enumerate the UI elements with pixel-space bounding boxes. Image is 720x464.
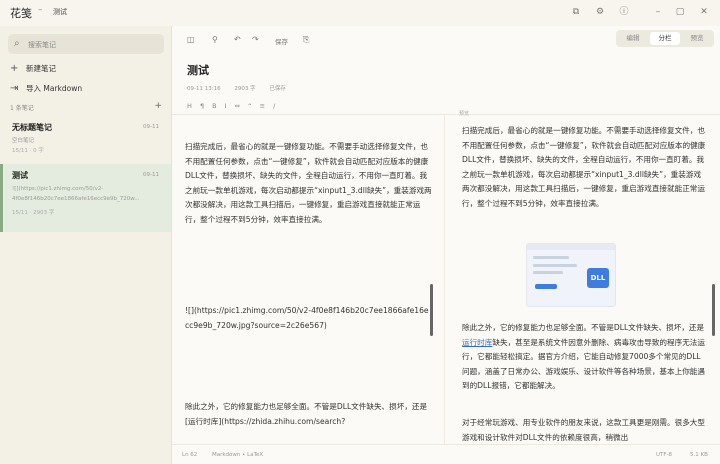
cursor-position: Ln 62 [182, 452, 198, 458]
copy-icon[interactable]: ⎘ [303, 35, 309, 45]
note-preview-line-1: ![](https://pic1.zhimg.com/50/v2- [12, 186, 104, 192]
note-date: 09-11 [143, 124, 159, 130]
close-icon[interactable]: ✕ [698, 6, 710, 18]
note-preview: 空白笔记 [12, 138, 35, 144]
preview-paragraph: 除此之外，它的修复能力也足够全面。不管是DLL文件缺失、损坏，还是运行时库缺失，… [462, 323, 705, 390]
save-status: 已保存 [269, 86, 286, 92]
preview-paragraph: 扫描完成后，最省心的就是一键修复功能。不需要手动选择修复文件，也不用配置任何参数… [462, 126, 706, 208]
note-preview-line-2: 4f0e8f146b20c7ee1866afe16ecc9e9b_720w... [12, 196, 140, 202]
header-divider [172, 114, 720, 115]
mode-edit-button[interactable]: 编辑 [618, 32, 648, 45]
editor-area: ◫ ⚲ ↶ ↷ 保存 ⎘ 编辑 分栏 预览 测试 09-11 13:16 290… [172, 26, 720, 464]
minimize-icon[interactable]: – [652, 6, 664, 18]
new-note-label: 新建笔记 [26, 63, 56, 73]
note-title: 无标题笔记 [12, 123, 52, 132]
add-note-icon[interactable]: + [154, 101, 162, 111]
plus-icon: + [10, 62, 19, 74]
import-icon: ⇥ [10, 82, 19, 94]
source-paragraph[interactable]: 除此之外，它的修复能力也足够全面。不管是DLL文件缺失、损坏，还是[运行时库](… [185, 400, 432, 429]
note-title: 测试 [12, 171, 28, 180]
file-size: 5.1 KB [690, 452, 708, 458]
mode-split-button[interactable]: 分栏 [650, 32, 680, 45]
runtime-library-link[interactable]: 运行时库 [462, 338, 492, 347]
note-item-active[interactable]: 测试 09-11 ![](https://pic1.zhimg.com/50/v… [0, 164, 171, 232]
source-paragraph[interactable]: 扫描完成后，最省心的就是一键修复功能。不需要手动选择修复文件，也不用配置任何参数… [185, 140, 432, 227]
toggle-sidebar-icon[interactable]: ◫ [187, 35, 195, 44]
preview-scrollbar[interactable] [712, 284, 715, 336]
title-bar: 花笺 – 测试 ⧉ ⚙ ⓘ – ▢ ✕ [0, 0, 720, 26]
info-icon[interactable]: ⓘ [618, 6, 630, 18]
source-image-markdown[interactable]: ![](https://pic1.zhimg.com/50/v2-4f0e8f1… [185, 304, 432, 333]
redo-icon[interactable]: ↷ [252, 35, 259, 44]
view-mode-switch: 编辑 分栏 预览 [616, 30, 714, 47]
import-markdown-button[interactable]: ⇥ 导入 Markdown [10, 81, 82, 95]
status-bar: Ln 62 Markdown • LaTeX UTF-8 5.1 KB [172, 444, 720, 464]
source-scrollbar[interactable] [430, 284, 433, 336]
pin-icon[interactable]: ⚲ [212, 35, 218, 44]
search-icon: ⌕ [14, 38, 20, 49]
notes-count: 1 条笔记 [10, 105, 34, 112]
undo-icon[interactable]: ↶ [234, 35, 241, 44]
sync-icon[interactable]: ⧉ [570, 6, 582, 18]
maximize-icon[interactable]: ▢ [674, 6, 686, 18]
notes-section-header: 1 条笔记 + [10, 101, 162, 112]
editor-mode: Markdown • LaTeX [212, 452, 264, 458]
note-meta: 15/11 · 0 字 [12, 148, 44, 154]
preview-image: DLL [526, 243, 616, 307]
note-meta: 15/11 · 2903 字 [12, 210, 55, 216]
document-title[interactable]: 测试 [187, 62, 209, 78]
dll-logo: DLL [587, 268, 609, 288]
encoding: UTF-8 [656, 452, 673, 458]
save-button[interactable]: 保存 [275, 36, 288, 46]
document-date: 09-11 13:16 [187, 86, 221, 92]
preview-paragraph: 对于经常玩游戏、用专业软件的朋友来说，这款工具更是刚需。很多大型游戏和设计软件对… [462, 418, 705, 442]
document-word-count: 2903 字 [234, 86, 256, 92]
new-note-button[interactable]: + 新建笔记 [10, 61, 56, 75]
note-date: 09-11 [143, 172, 159, 178]
search-input[interactable]: ⌕ 搜索笔记 [8, 34, 164, 54]
pane-divider[interactable] [444, 114, 445, 444]
settings-icon[interactable]: ⚙ [594, 6, 606, 18]
preview-label: 预览 [459, 111, 470, 117]
search-placeholder: 搜索笔记 [28, 41, 56, 49]
window-document-title: 测试 [53, 8, 67, 16]
app-name: 花笺 [10, 7, 32, 20]
title-separator: – [38, 5, 43, 15]
format-toolbar[interactable]: H ¶ B I ⇔ “ ≡ / [187, 102, 278, 110]
sidebar: ⌕ 搜索笔记 + 新建笔记 ⇥ 导入 Markdown 1 条笔记 + 无标题笔… [0, 26, 172, 464]
note-item[interactable]: 无标题笔记 09-11 空白笔记 15/11 · 0 字 [0, 118, 171, 158]
document-meta: 09-11 13:16 2903 字 已保存 [187, 84, 298, 92]
mode-preview-button[interactable]: 预览 [682, 32, 712, 45]
import-markdown-label: 导入 Markdown [26, 83, 83, 93]
